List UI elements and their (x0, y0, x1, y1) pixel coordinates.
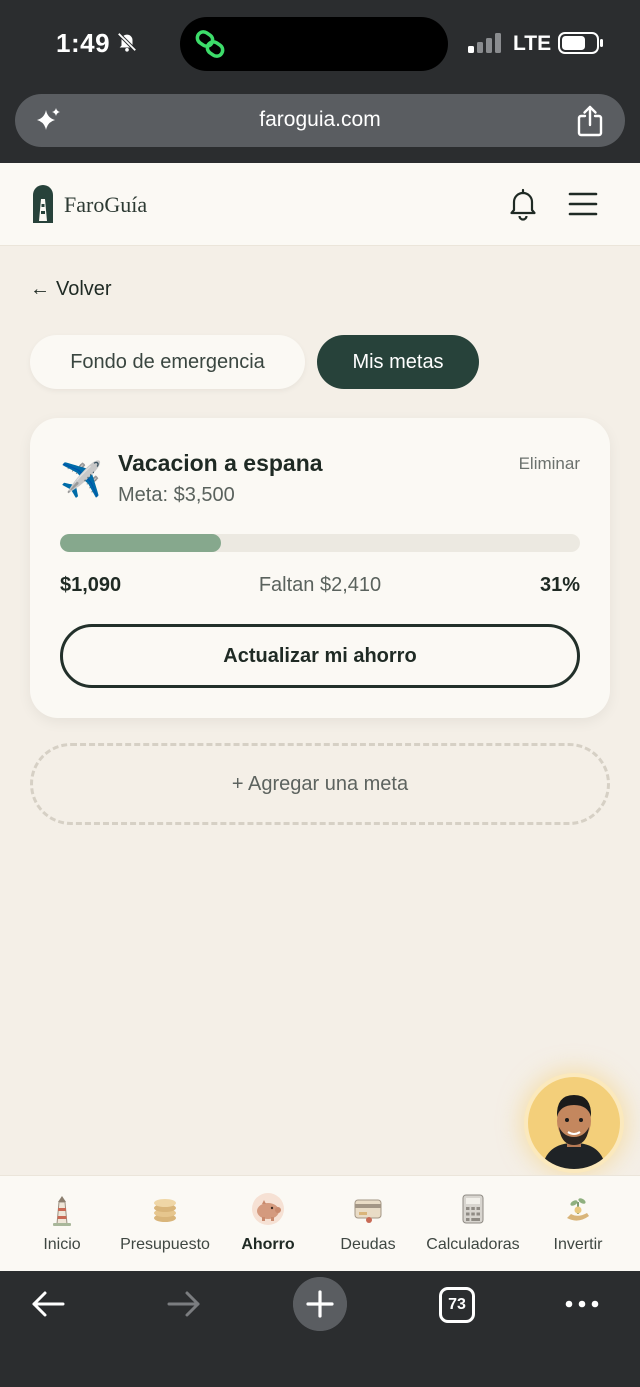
browser-toolbar: 73 (0, 1271, 640, 1387)
add-goal-button[interactable]: + Agregar una meta (30, 743, 610, 825)
nav-item-ahorro[interactable]: Ahorro (228, 1176, 308, 1272)
assistant-avatar[interactable] (528, 1077, 620, 1169)
coins-icon (154, 1199, 176, 1222)
lighthouse-icon (53, 1196, 71, 1226)
battery-icon (558, 32, 603, 54)
status-bar: 1:49 LTE (0, 0, 640, 90)
piggy-bank-icon (252, 1193, 284, 1225)
progress-fill (60, 534, 222, 552)
link-icon (195, 30, 225, 58)
nav-item-calculadoras[interactable]: Calculadoras (418, 1176, 528, 1272)
tab-emergency-fund[interactable]: Fondo de emergencia (30, 335, 305, 389)
goal-card: ✈️ Vacacion a espana Meta: $3,500 Elimin… (30, 418, 610, 718)
network-label: LTE (513, 32, 552, 55)
signal-icon (468, 33, 501, 53)
calculator-icon (462, 1194, 484, 1224)
goal-name: Vacacion a espana (118, 450, 323, 476)
app-header: FaroGuía (0, 163, 640, 246)
share-icon[interactable] (575, 104, 605, 138)
brand-name[interactable]: FaroGuía (64, 192, 147, 218)
back-label: Volver (56, 278, 112, 300)
back-link[interactable]: ← Volver (30, 278, 112, 301)
bottom-nav: Inicio Presupuesto Ahorro Deudas Calcula… (0, 1175, 640, 1271)
browser-forward-icon[interactable] (166, 1289, 202, 1319)
lighthouse-logo-icon[interactable] (30, 183, 56, 223)
tab-my-goals[interactable]: Mis metas (317, 335, 479, 389)
nav-item-inicio[interactable]: Inicio (22, 1176, 102, 1272)
nav-item-presupuesto[interactable]: Presupuesto (110, 1176, 220, 1272)
remaining-amount: Faltan $2,410 (258, 574, 382, 596)
browser-address-area: faroguia.com (0, 90, 640, 163)
dynamic-island (180, 17, 448, 71)
bell-off-icon (117, 32, 137, 52)
nav-item-deudas[interactable]: Deudas (328, 1176, 408, 1272)
delete-goal-button[interactable]: Eliminar (519, 454, 580, 474)
new-tab-icon[interactable] (293, 1277, 347, 1331)
status-time: 1:49 (56, 28, 111, 58)
update-savings-button[interactable]: Actualizar mi ahorro (60, 624, 580, 688)
avatar-portrait (542, 1095, 606, 1169)
card-icon (354, 1199, 382, 1223)
money-plant-icon (567, 1198, 589, 1221)
airplane-icon: ✈️ (60, 461, 103, 499)
address-bar[interactable]: faroguia.com (15, 94, 625, 147)
progress-percent: 31% (539, 574, 580, 596)
menu-icon[interactable] (568, 191, 598, 217)
progress-track (60, 534, 580, 552)
goal-target: Meta: $3,500 (118, 484, 235, 506)
notification-bell-icon[interactable] (506, 187, 540, 221)
arrow-left-icon: ← (30, 278, 50, 300)
tab-count-button[interactable]: 73 (439, 1287, 475, 1323)
more-options-icon[interactable] (564, 1299, 600, 1309)
nav-item-invertir[interactable]: Invertir (538, 1176, 618, 1272)
url-text[interactable]: faroguia.com (15, 108, 625, 132)
browser-back-icon[interactable] (30, 1289, 66, 1319)
